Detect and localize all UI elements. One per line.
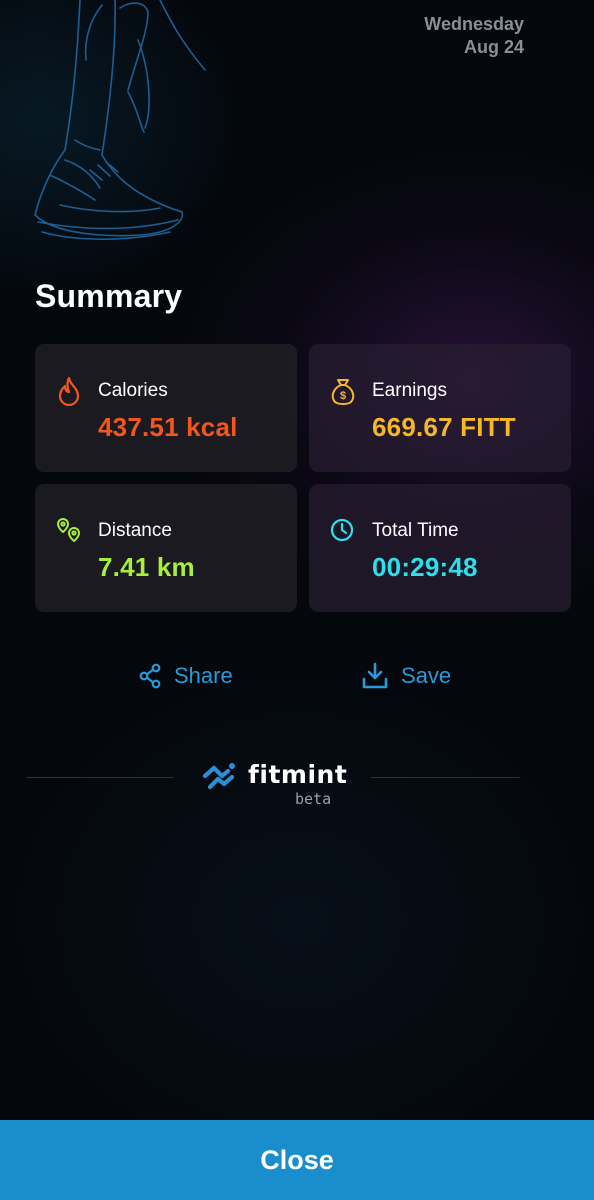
- weekday-label: Wednesday: [424, 14, 524, 34]
- brand-name: fitmint: [248, 760, 348, 789]
- divider-left: [26, 777, 174, 778]
- flame-icon: [58, 376, 80, 406]
- calories-value: 437.51 kcal: [98, 412, 238, 442]
- share-icon: [139, 663, 161, 689]
- money-bag-icon: $: [331, 379, 355, 405]
- date-label: Aug 24: [463, 37, 524, 57]
- distance-value: 7.41 km: [98, 552, 195, 582]
- calories-card: Calories 437.51 kcal: [35, 344, 297, 472]
- close-label: Close: [260, 1144, 334, 1175]
- earnings-card: $ Earnings 669.67 FITT: [309, 344, 571, 472]
- calories-label: Calories: [98, 380, 168, 401]
- clock-icon: [330, 518, 354, 542]
- close-button[interactable]: Close: [0, 1120, 594, 1200]
- runner-shoe-illustration: [34, 0, 206, 240]
- save-label: Save: [401, 663, 452, 688]
- location-pins-icon: [57, 518, 80, 542]
- distance-card: Distance 7.41 km: [35, 484, 297, 612]
- divider-right: [371, 777, 520, 778]
- earnings-label: Earnings: [372, 380, 447, 401]
- earnings-value: 669.67 FITT: [372, 412, 516, 442]
- download-icon: [362, 662, 388, 689]
- summary-title: Summary: [35, 278, 183, 314]
- fitmint-logo: fitmint beta: [202, 760, 362, 810]
- share-button[interactable]: Share: [138, 660, 233, 692]
- brand-tag: beta: [295, 790, 332, 808]
- svg-text:$: $: [340, 390, 346, 402]
- total-time-label: Total Time: [372, 520, 459, 541]
- save-button[interactable]: Save: [361, 660, 451, 692]
- runner-logo-icon: [202, 763, 235, 790]
- distance-label: Distance: [98, 520, 172, 541]
- session-date: Wednesday Aug 24: [424, 13, 524, 59]
- total-time-value: 00:29:48: [372, 552, 478, 582]
- share-label: Share: [174, 663, 233, 688]
- total-time-card: Total Time 00:29:48: [309, 484, 571, 612]
